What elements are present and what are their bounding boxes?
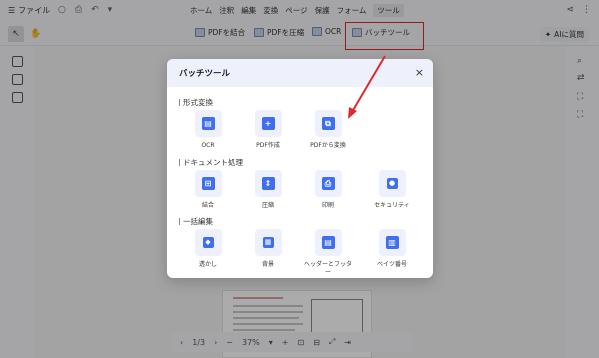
tool-label: OCR [201,142,215,149]
tool-header-footer[interactable]: ▤ ヘッダーとフッター [304,229,352,277]
convert-pdf-icon: ⧉ [321,117,335,130]
print-icon: ⎙ [321,177,335,190]
tool-label: 印刷 [321,202,334,209]
tool-tile: ▤ [314,229,342,256]
tool-tile: ⧉ [314,110,342,137]
tool-bates-number[interactable]: ▥ ベイツ番号 [372,229,412,269]
tool-merge[interactable]: ⊞ 結合 [188,170,228,210]
tool-label: ヘッダーとフッター [304,261,353,276]
tool-label: PDF作成 [256,142,280,149]
tool-background[interactable]: ▦ 背景 [248,229,288,269]
lock-icon: ● [386,178,398,189]
tool-tile: ▥ [378,229,406,256]
section-title: ドキュメント処理 [183,158,243,167]
tool-watermark[interactable]: ◆ 透かし [188,229,228,269]
watermark-icon: ◆ [202,237,214,248]
tool-tile: + [254,110,282,137]
tool-label: 透かし [198,261,217,268]
tool-create-pdf[interactable]: + PDF作成 [248,110,288,150]
tool-print[interactable]: ⎙ 印刷 [308,170,348,210]
header-footer-icon: ▤ [321,236,335,249]
tool-tile: ⎙ [314,170,342,197]
tool-label: PDFから変換 [310,142,346,149]
tool-convert-from-pdf[interactable]: ⧉ PDFから変換 [308,110,348,150]
dialog-header: バッチツール [167,59,433,87]
merge-icon: ⊞ [201,177,215,190]
tool-label: 結合 [201,202,214,209]
tool-ocr[interactable]: ▤ OCR [188,110,228,150]
section-label-format-conversion: 形式変換 [179,97,213,108]
dialog-title: バッチツール [179,69,231,79]
section-label-batch-edit: 一括編集 [179,216,213,227]
tool-compress[interactable]: ⇕ 圧縮 [248,170,288,210]
section-divider [179,159,180,166]
tool-label: 圧縮 [261,202,274,209]
section-label-document-processing: ドキュメント処理 [179,157,243,168]
tool-tile: ● [378,170,406,197]
ocr-icon: ▤ [201,117,215,130]
section-title: 形式変換 [183,98,213,107]
section-divider [179,99,180,106]
tool-tile: ◆ [194,229,222,256]
tool-security[interactable]: ● セキュリティ [372,170,412,210]
section-title: 一括編集 [183,217,213,226]
tool-tile: ▤ [194,110,222,137]
section-divider [179,218,180,225]
background-icon: ▦ [262,237,274,248]
tool-label: 背景 [261,261,274,268]
tool-label: ベイツ番号 [376,261,407,268]
compress-icon: ⇕ [261,177,275,190]
tool-tile: ⇕ [254,170,282,197]
create-pdf-icon: + [261,117,275,130]
tool-label: セキュリティ [374,202,410,209]
tool-tile: ⊞ [194,170,222,197]
close-icon[interactable]: × [415,66,424,79]
tool-tile: ▦ [254,229,282,256]
bates-number-icon: ▥ [385,236,399,249]
batch-tools-dialog: バッチツール × 形式変換 ▤ OCR + PDF作成 ⧉ PDFから変換 ドキ… [167,59,433,278]
